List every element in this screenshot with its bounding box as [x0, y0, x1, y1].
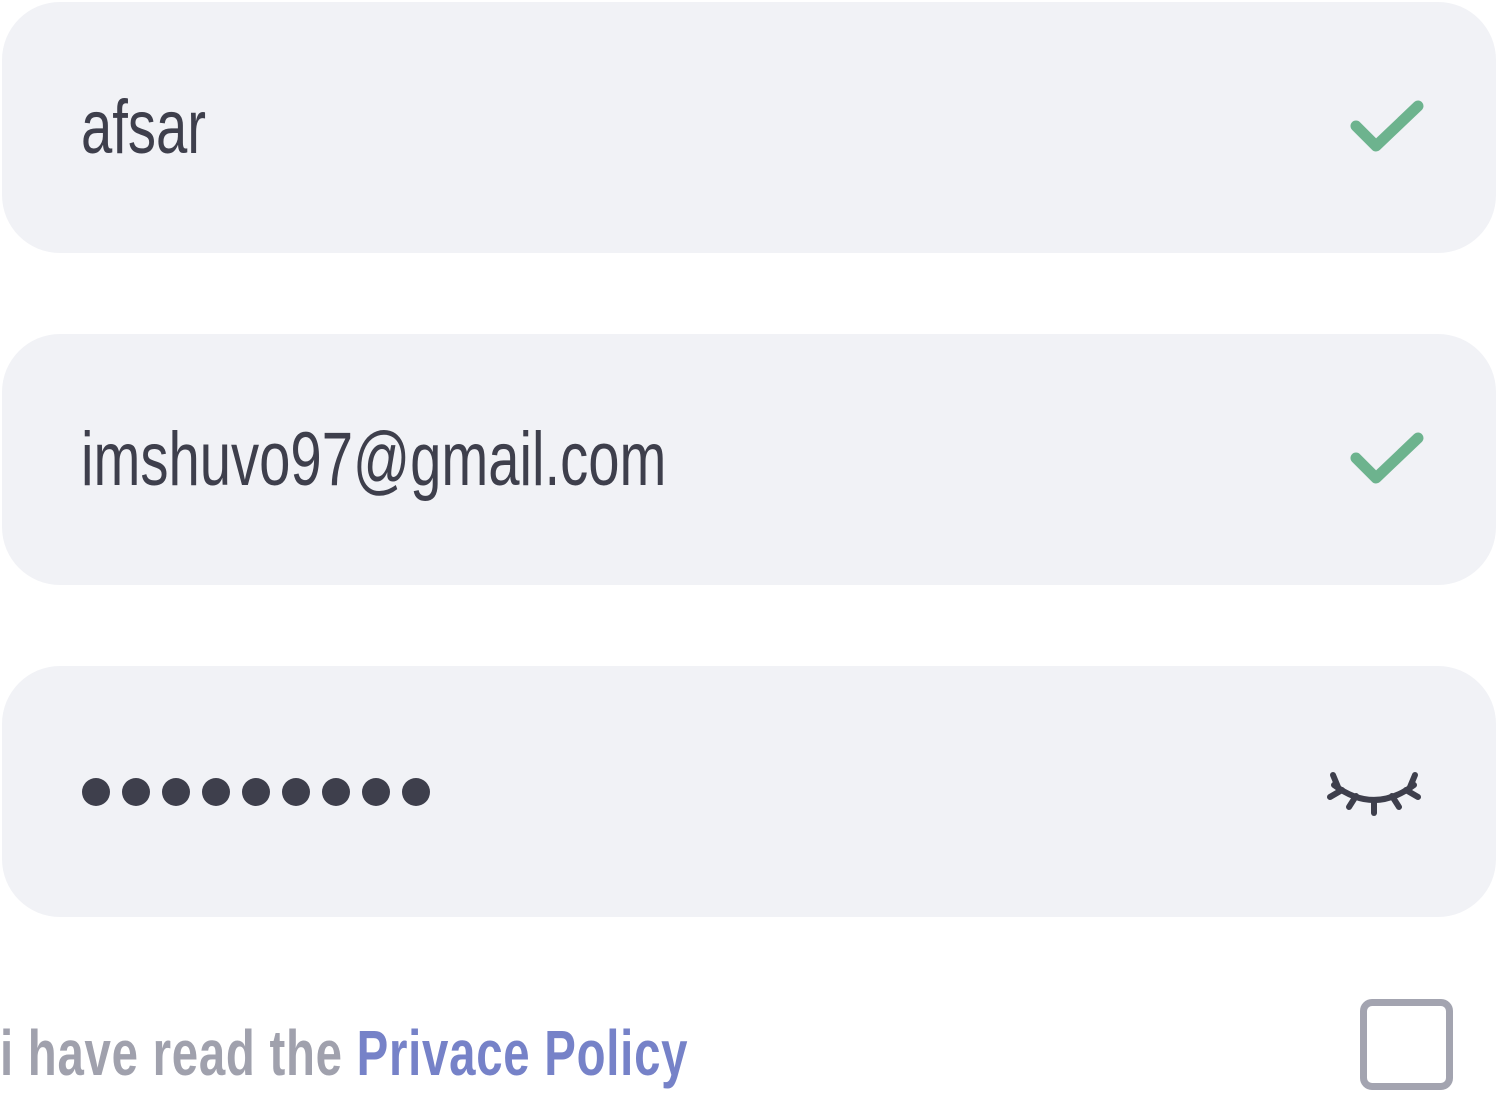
- check-icon: [1350, 100, 1424, 151]
- password-dot: [162, 777, 190, 806]
- consent-label: i have read the: [0, 1017, 357, 1089]
- name-input-value[interactable]: afsar: [81, 89, 206, 166]
- password-dot: [122, 777, 150, 806]
- name-field[interactable]: afsar: [2, 2, 1496, 253]
- password-dot: [322, 777, 350, 806]
- password-dot: [202, 777, 230, 806]
- eye-closed-icon[interactable]: [1324, 767, 1424, 817]
- email-field[interactable]: imshuvo97@gmail.com: [2, 334, 1496, 585]
- password-dot: [402, 777, 430, 806]
- password-dot: [82, 777, 110, 806]
- password-masked-value[interactable]: [82, 777, 430, 806]
- check-icon: [1350, 432, 1424, 483]
- privacy-policy-link[interactable]: Privace Policy: [357, 1017, 689, 1089]
- password-field[interactable]: [2, 666, 1496, 917]
- email-input-value[interactable]: imshuvo97@gmail.com: [81, 421, 666, 498]
- privacy-consent: i have read the Privace Policy: [0, 1018, 688, 1088]
- consent-checkbox[interactable]: [1360, 999, 1453, 1090]
- password-dot: [282, 777, 310, 806]
- password-dot: [242, 777, 270, 806]
- password-dot: [362, 777, 390, 806]
